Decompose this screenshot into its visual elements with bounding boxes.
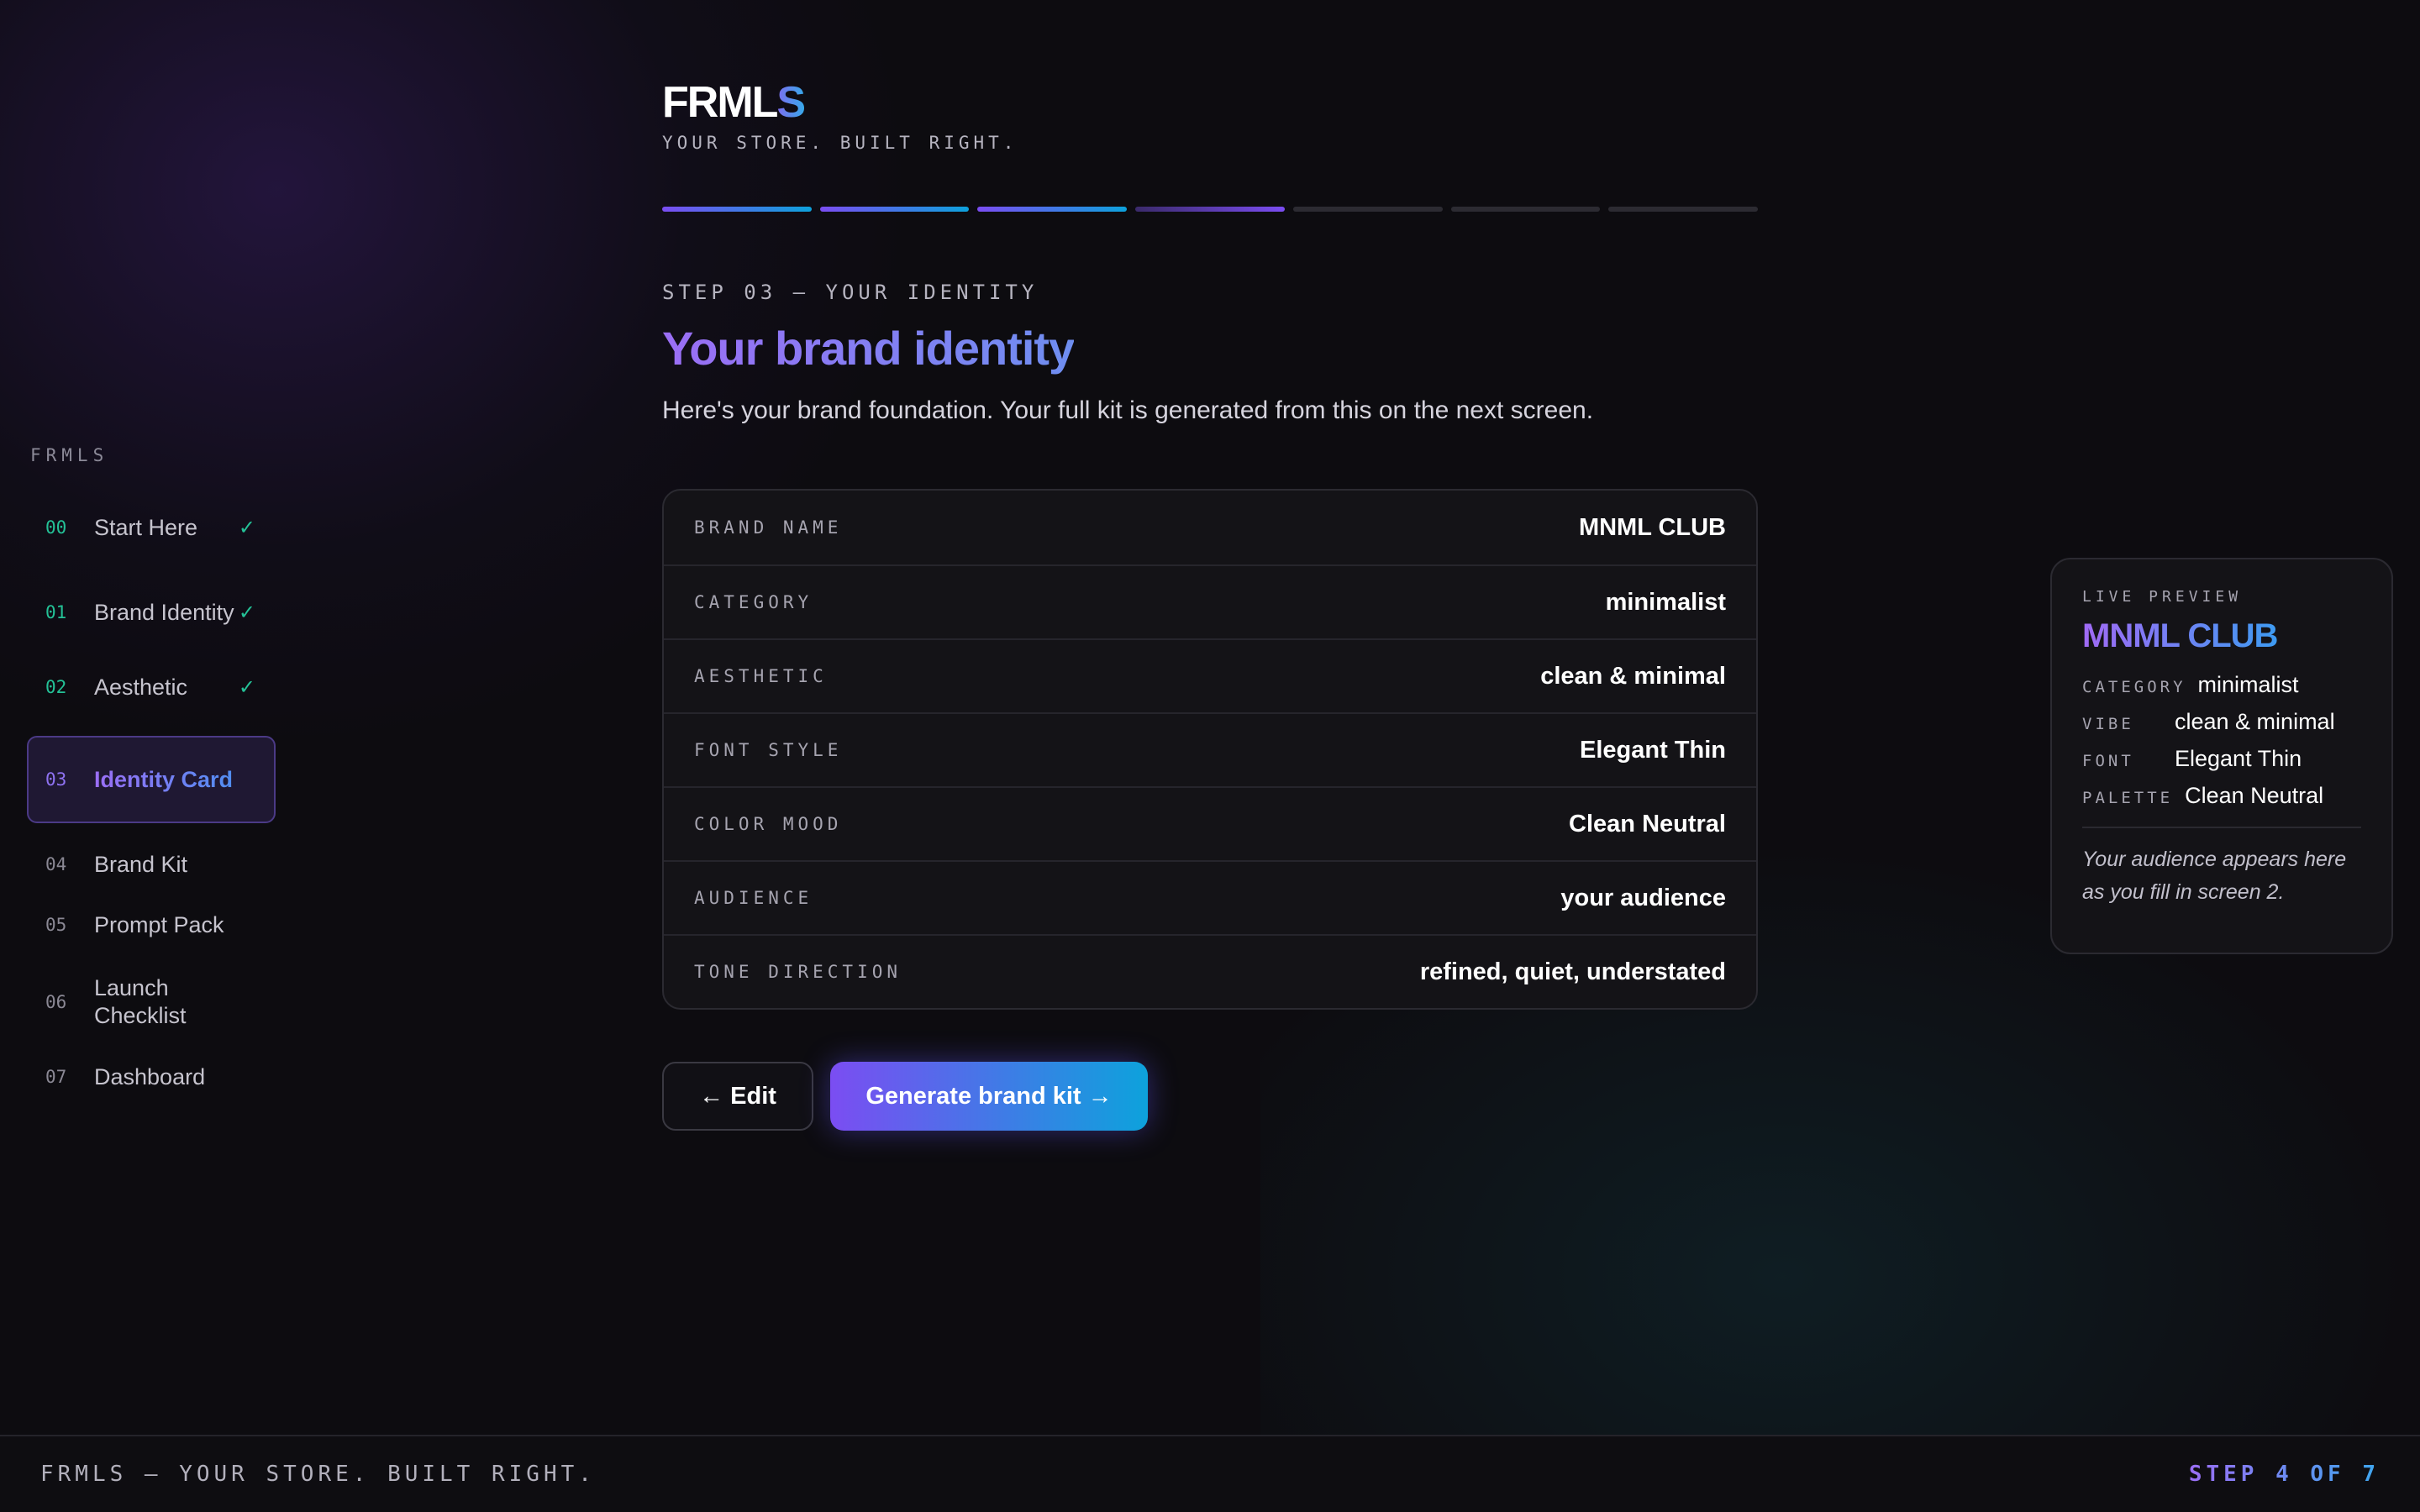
identity-row-aesthetic: AESTHETIC clean & minimal (664, 638, 1756, 712)
sidebar-item-label: Start Here (94, 514, 198, 540)
sidebar-item-number: 03 (45, 769, 67, 790)
page-title: Your brand identity (662, 322, 1075, 375)
sidebar-item-number: 01 (45, 602, 67, 622)
sidebar-item-brand-identity[interactable]: 01 Brand Identity ✓ (27, 576, 276, 648)
progress-segment (1608, 207, 1759, 212)
sidebar-item-identity-card[interactable]: 03 Identity Card (27, 736, 276, 823)
sidebar-item-number: 00 (45, 517, 67, 538)
footer-step-indicator: STEP 4 OF 7 (2188, 1462, 2380, 1487)
sidebar-item-label: Aesthetic (94, 674, 188, 700)
live-preview-card: LIVE PREVIEW MNML CLUB CATEGORY minimali… (2050, 558, 2393, 954)
progress-segment (662, 207, 812, 212)
checkmark-icon: ✓ (238, 516, 255, 539)
sidebar-brand: FRMLS (30, 445, 109, 465)
sidebar-item-aesthetic[interactable]: 02 Aesthetic ✓ (27, 662, 276, 712)
sidebar-item-number: 05 (45, 915, 67, 935)
sidebar-item-label: Prompt Pack (94, 911, 224, 937)
progress-bar (662, 207, 1759, 212)
identity-row-key: CATEGORY (694, 592, 813, 612)
sidebar-item-label: Launch Checklist (94, 975, 187, 1028)
identity-row-font-style: FONT STYLE Elegant Thin (664, 712, 1756, 786)
live-preview-value: Elegant Thin (2175, 746, 2302, 771)
identity-row-key: COLOR MOOD (694, 814, 843, 834)
identity-row-category: CATEGORY minimalist (664, 564, 1756, 638)
identity-row-value: MNML CLUB (1578, 513, 1726, 541)
progress-segment (977, 207, 1128, 212)
edit-button[interactable]: ← Edit (662, 1062, 813, 1131)
live-preview-value: clean & minimal (2175, 709, 2335, 734)
identity-row-key: BRAND NAME (694, 517, 843, 538)
progress-segment (819, 207, 970, 212)
logo-accent: S (776, 78, 806, 127)
logo-text: FRML (662, 78, 778, 127)
footer-tagline: FRMLS — YOUR STORE. BUILT RIGHT. (40, 1462, 596, 1487)
sidebar-item-number: 04 (45, 854, 67, 874)
identity-row-key: TONE DIRECTION (694, 962, 902, 982)
step-label: STEP 03 — YOUR IDENTITY (662, 281, 1039, 304)
sidebar-item-start-here[interactable]: 00 Start Here ✓ (27, 502, 276, 553)
sidebar-item-label: Dashboard (94, 1063, 206, 1089)
live-preview-key: CATEGORY (2082, 678, 2186, 696)
identity-row-value: Elegant Thin (1580, 736, 1726, 764)
sidebar-item-label: Identity Card (94, 766, 237, 794)
identity-row-value: refined, quiet, understated (1419, 958, 1726, 985)
identity-row-key: AUDIENCE (694, 888, 813, 908)
identity-row-audience: AUDIENCE your audience (664, 860, 1756, 934)
sidebar-item-label: Brand Kit (94, 851, 188, 877)
sidebar: FRMLS 00 Start Here ✓ 01 Brand Identity … (27, 445, 276, 1102)
identity-row-tone-direction: TONE DIRECTION refined, quiet, understat… (664, 934, 1756, 1008)
generate-brand-kit-button[interactable]: Generate brand kit → (830, 1062, 1148, 1131)
live-preview-row-font: FONT Elegant Thin (2082, 746, 2361, 771)
live-preview-value: Clean Neutral (2185, 783, 2324, 808)
page-description: Here's your brand foundation. Your full … (662, 396, 1594, 424)
live-preview-row-vibe: VIBE clean & minimal (2082, 709, 2361, 734)
live-preview-note: Your audience appears here as you fill i… (2082, 848, 2347, 904)
tagline: YOUR STORE. BUILT RIGHT. (662, 133, 1018, 153)
sidebar-item-number: 02 (45, 677, 67, 697)
live-preview-key: VIBE (2082, 715, 2134, 733)
live-preview-divider (2082, 827, 2361, 828)
sidebar-item-label: Brand Identity (94, 599, 234, 625)
identity-row-brand-name: BRAND NAME MNML CLUB (664, 491, 1756, 564)
identity-row-key: AESTHETIC (694, 666, 828, 686)
identity-row-value: clean & minimal (1540, 662, 1726, 690)
identity-row-key: FONT STYLE (694, 740, 843, 760)
progress-segment (1450, 207, 1601, 212)
live-preview-value: minimalist (2197, 672, 2299, 697)
live-preview-label: LIVE PREVIEW (2082, 588, 2243, 606)
identity-row-color-mood: COLOR MOOD Clean Neutral (664, 786, 1756, 860)
sidebar-item-number: 07 (45, 1067, 67, 1087)
logo: FRMLS (662, 77, 806, 128)
sidebar-item-prompt-pack[interactable]: 05 Prompt Pack (27, 906, 276, 944)
live-preview-row-palette: PALETTE Clean Neutral (2082, 783, 2361, 808)
progress-segment (1135, 207, 1285, 212)
footer: FRMLS — YOUR STORE. BUILT RIGHT. STEP 4 … (0, 1435, 2420, 1512)
checkmark-icon: ✓ (238, 675, 255, 699)
identity-row-value: minimalist (1605, 588, 1726, 616)
live-preview-key: PALETTE (2082, 789, 2174, 807)
progress-segment (1292, 207, 1443, 212)
identity-row-value: Clean Neutral (1569, 810, 1726, 837)
sidebar-item-dashboard[interactable]: 07 Dashboard (27, 1052, 276, 1102)
sidebar-item-launch-checklist[interactable]: 06 Launch Checklist (27, 966, 276, 1038)
live-preview-brand-name: MNML CLUB (2082, 617, 2278, 654)
sidebar-item-brand-kit[interactable]: 04 Brand Kit (27, 845, 276, 884)
live-preview-row-category: CATEGORY minimalist (2082, 672, 2361, 697)
sidebar-item-number: 06 (45, 992, 67, 1012)
live-preview-key: FONT (2082, 752, 2134, 770)
identity-row-value: your audience (1560, 884, 1726, 911)
checkmark-icon: ✓ (238, 601, 255, 624)
identity-card: BRAND NAME MNML CLUB CATEGORY minimalist… (662, 489, 1758, 1010)
